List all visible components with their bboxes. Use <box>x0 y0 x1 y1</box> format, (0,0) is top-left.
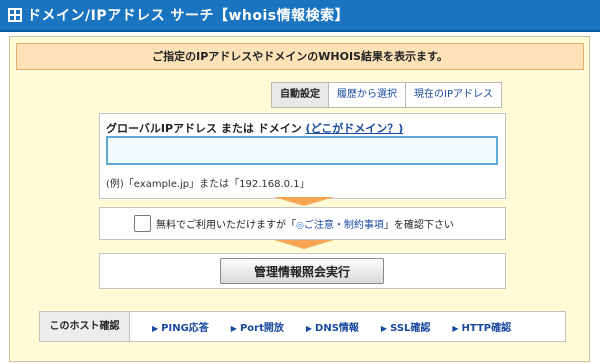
submit-button[interactable]: 管理情報照会実行 <box>220 258 384 284</box>
agreement-text: 無料でご利用いただけますが「◎ご注意・制約事項」を確認下さい <box>156 216 454 231</box>
submit-box: 管理情報照会実行 <box>99 253 506 289</box>
triangle-right-icon: ▶ <box>380 324 388 333</box>
ping-link-label: PING応答 <box>161 323 209 334</box>
triangle-right-icon: ▶ <box>230 324 237 333</box>
triangle-right-icon: ▶ <box>452 324 459 333</box>
http-link-label: HTTP確認 <box>461 323 512 334</box>
domain-input-label: グローバルIPアドレス または ドメイン (どこがドメイン？) <box>106 120 403 136</box>
title-bar: ドメイン/IPアドレス サーチ【whois情報検索】 <box>0 0 600 32</box>
page-title: ドメイン/IPアドレス サーチ【whois情報検索】 <box>27 8 350 24</box>
agree-text-before: 無料でご利用いただけますが「 <box>156 220 296 231</box>
domain-help-link[interactable]: (どこがドメイン？) <box>306 122 404 135</box>
port-link-label: Port開放 <box>239 323 284 334</box>
agree-checkbox[interactable] <box>134 215 151 232</box>
triangle-right-icon: ▶ <box>152 324 159 333</box>
terms-link-label: ご注意・制約事項 <box>303 220 384 231</box>
agree-text-after: 」を確認下さい <box>383 220 454 231</box>
dns-link[interactable]: ▶ DNS情報 <box>306 319 359 334</box>
tab-auto-setting[interactable]: 自動設定 <box>272 83 329 107</box>
ssl-link[interactable]: ▶ SSL確認 <box>381 319 430 334</box>
dns-link-label: DNS情報 <box>315 323 359 334</box>
domain-input[interactable] <box>106 136 498 165</box>
agreement-box: 無料でご利用いただけますが「◎ご注意・制約事項」を確認下さい <box>99 207 506 240</box>
host-check-label: このホスト確認 <box>40 312 130 341</box>
http-link[interactable]: ▶ HTTP確認 <box>452 319 511 334</box>
search-panel: ご指定のIPアドレスやドメインのWHOIS結果を表示ます。 自動設定 履歴から選… <box>9 36 590 362</box>
terms-link[interactable]: ◎ご注意・制約事項 <box>296 220 384 231</box>
tab-select-from-history[interactable]: 履歴から選択 <box>329 83 406 107</box>
host-check-bar: このホスト確認 ▶ PING応答 ▶ Port開放 ▶ DNS情報 ▶ SSL確認 ▶ H… <box>39 311 566 342</box>
triangle-right-icon: ▶ <box>305 324 313 333</box>
down-arrow-icon <box>274 240 334 249</box>
ssl-link-label: SSL確認 <box>390 323 431 334</box>
ping-link[interactable]: ▶ PING応答 <box>152 319 209 334</box>
circle-icon: ◎ <box>296 221 304 231</box>
port-link[interactable]: ▶ Port開放 <box>231 319 284 334</box>
mode-tabs: 自動設定 履歴から選択 現在のIPアドレス <box>271 82 502 108</box>
domain-input-box: グローバルIPアドレス または ドメイン (どこがドメイン？) (例)「exam… <box>99 113 506 199</box>
grid-icon <box>8 8 22 22</box>
tab-current-ip[interactable]: 現在のIPアドレス <box>406 83 501 107</box>
input-example-text: (例)「example.jp」または「192.168.0.1」 <box>106 179 310 190</box>
down-arrow-icon <box>274 197 334 206</box>
domain-label-text: グローバルIPアドレス または ドメイン <box>106 122 302 135</box>
notice-banner: ご指定のIPアドレスやドメインのWHOIS結果を表示ます。 <box>16 43 584 70</box>
